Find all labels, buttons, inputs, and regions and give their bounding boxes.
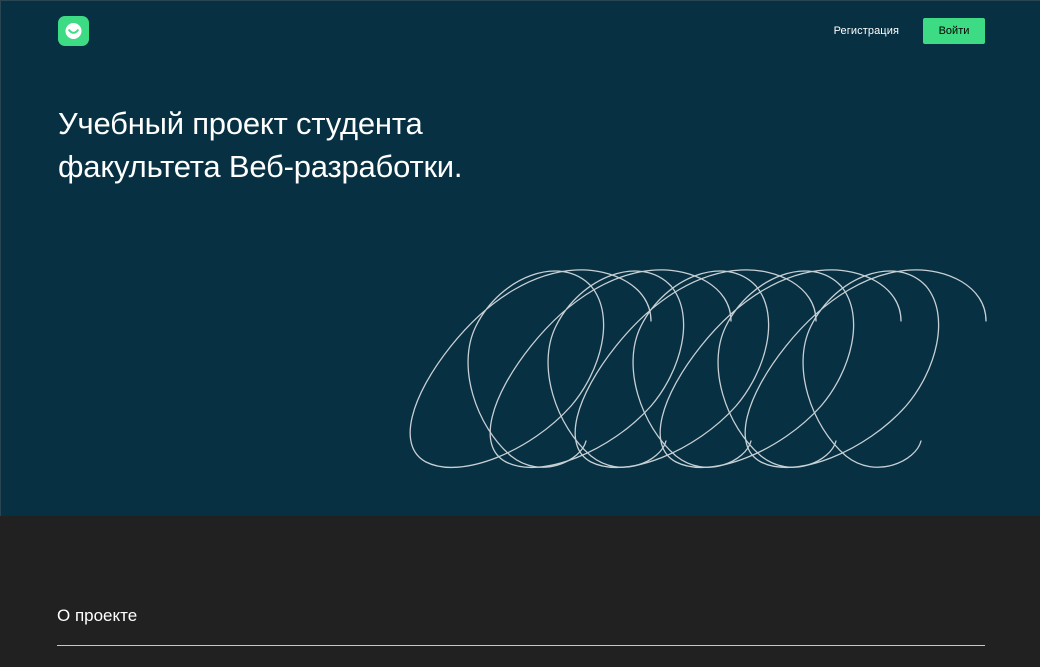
- register-link[interactable]: Регистрация: [834, 25, 899, 37]
- about-title: О проекте: [57, 606, 138, 625]
- about-section: О проекте: [0, 516, 1040, 667]
- loop-line-illustration: [409, 269, 987, 469]
- site-header: Регистрация Войти: [58, 16, 985, 47]
- header-nav: Регистрация Войти: [834, 17, 985, 44]
- about-divider: [57, 645, 985, 646]
- logo-link[interactable]: [58, 16, 89, 46]
- login-button[interactable]: Войти: [923, 17, 985, 44]
- hero-section: Регистрация Войти Учебный проект студент…: [0, 0, 1040, 516]
- hero-title: Учебный проект студента факультета Веб-р…: [58, 106, 463, 184]
- smile-logo-icon: [65, 23, 82, 39]
